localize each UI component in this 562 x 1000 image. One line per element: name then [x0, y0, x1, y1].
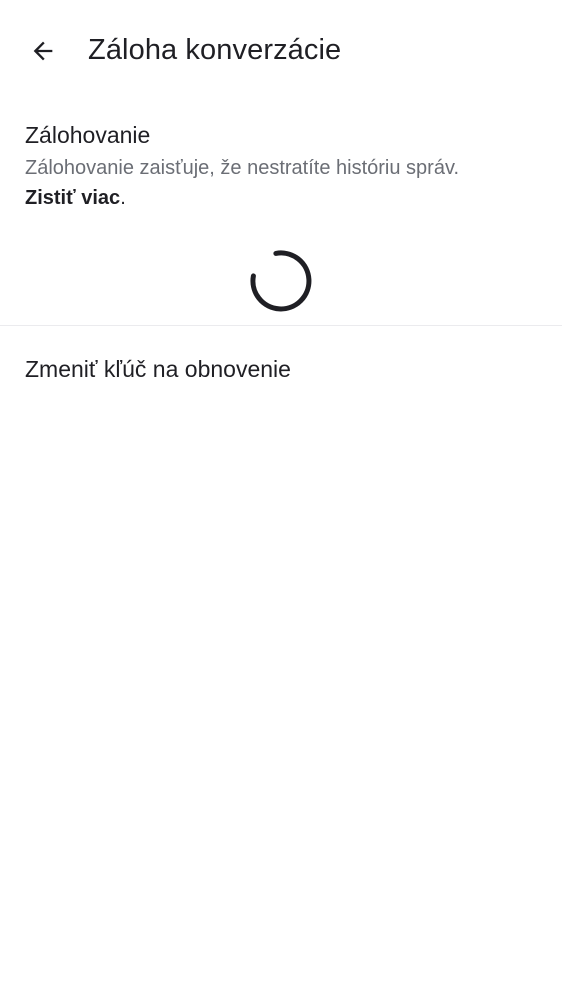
top-app-bar: Záloha konverzácie: [0, 0, 562, 100]
back-button[interactable]: [20, 28, 66, 74]
change-recovery-key-item[interactable]: Zmeniť kľúč na obnovenie: [0, 326, 562, 414]
backup-description: Zálohovanie zaisťuje, že nestratíte hist…: [25, 157, 460, 179]
learn-more-line: Zistiť viac.: [25, 183, 535, 213]
backup-section: Zálohovanie Zálohovanie zaisťuje, že nes…: [25, 120, 535, 213]
backup-title: Zálohovanie: [25, 122, 151, 148]
page-title: Záloha konverzácie: [88, 34, 342, 66]
backup-settings-screen: Záloha konverzácie Zálohovanie Zálohovan…: [0, 0, 562, 1000]
learn-more-link[interactable]: Zistiť viac: [25, 187, 120, 209]
arrow-left-icon: [33, 41, 53, 61]
loading-spinner: [249, 249, 313, 313]
loading-spinner-icon: [250, 250, 312, 312]
learn-more-suffix: .: [120, 187, 126, 209]
change-recovery-key-label: Zmeniť kľúč na obnovenie: [25, 356, 291, 382]
